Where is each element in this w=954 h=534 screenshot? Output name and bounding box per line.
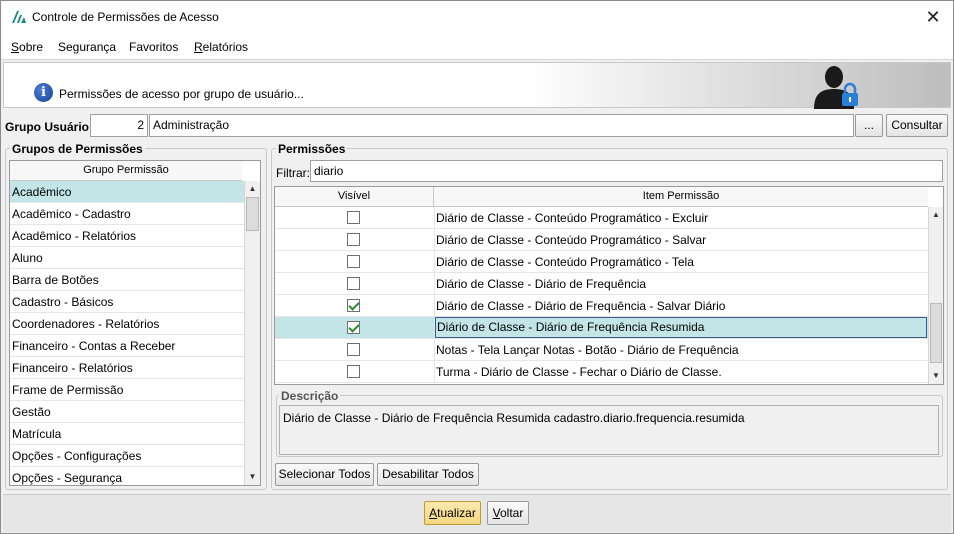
atualizar-button[interactable]: Atualizar [424,501,481,525]
column-divider [434,251,435,273]
column-divider [434,361,435,383]
column-divider [434,295,435,317]
grupo-usuario-code-field[interactable]: 2 [90,114,148,137]
permissoes-scrollbar[interactable]: ▲ ▼ [928,207,943,384]
descricao-text: Diário de Classe - Diário de Frequência … [279,405,939,455]
list-item[interactable]: Acadêmico - Cadastro [10,203,244,225]
table-row[interactable]: Notas - Tela Lançar Notas - Botão - Diár… [275,339,928,361]
list-item[interactable]: Barra de Botões [10,269,244,291]
main-window: Controle de Permissões de Acesso ✕ Sobre… [0,0,954,534]
scroll-up-icon[interactable]: ▲ [245,181,260,197]
item-permissao-cell: Notas - Tela Lançar Notas - Botão - Diár… [436,343,739,357]
menu-bar: Sobre Segurança Favoritos Relatórios [1,33,953,60]
grupo-usuario-name-field[interactable]: Administração [149,114,854,137]
item-permissao-cell: Diário de Classe - Diário de Frequência [436,277,647,291]
filtrar-input[interactable]: diario [310,160,943,182]
list-item[interactable]: Financeiro - Relatórios [10,357,244,379]
item-permissao-cell: Diário de Classe - Diário de Frequência … [435,317,927,338]
list-item[interactable]: Opções - Segurança [10,467,244,485]
list-item[interactable]: Matrícula [10,423,244,445]
checkbox-checked[interactable] [347,299,360,312]
menu-relatorios[interactable]: Relatórios [194,40,248,54]
descricao-legend: Descrição [279,389,341,403]
permissoes-grid: Visível Item Permissão Diário de Classe … [274,186,944,385]
selecionar-todos-button[interactable]: Selecionar Todos [275,463,374,486]
table-row[interactable]: Diário de Classe - Conteúdo Programático… [275,229,928,251]
table-row[interactable]: Diário de Classe - Conteúdo Programático… [275,207,928,229]
lookup-button[interactable]: ... [855,114,883,137]
grupo-permissao-header[interactable]: Grupo Permissão [10,161,242,181]
checkbox-unchecked[interactable] [347,343,360,356]
list-item[interactable]: Acadêmico - Relatórios [10,225,244,247]
item-permissao-cell: Diário de Classe - Conteúdo Programático… [436,255,694,269]
grupo-usuario-label: Grupo Usuário: [5,120,94,134]
menu-sobre[interactable]: Sobre [11,40,43,54]
permissoes-legend: Permissões [276,142,348,156]
item-permissao-cell: Turma - Diário de Classe - Fechar o Diár… [436,365,722,379]
banner-text: Permissões de acesso por grupo de usuári… [59,87,304,101]
grupos-grid: Grupo Permissão Acadêmico Acadêmico - Cad… [9,160,261,486]
scroll-up-icon[interactable]: ▲ [929,207,943,223]
window-title: Controle de Permissões de Acesso [32,10,219,24]
grupos-legend: Grupos de Permissões [10,142,145,156]
list-item[interactable]: Frame de Permissão [10,379,244,401]
grupos-scrollbar[interactable]: ▲ ▼ [244,181,260,485]
checkbox-checked[interactable] [347,321,360,334]
table-row[interactable]: Diário de Classe - Diário de Frequência … [275,317,928,339]
item-permissao-cell: Diário de Classe - Diário de Frequência … [436,299,726,313]
table-row[interactable]: Diário de Classe - Diário de Frequência [275,273,928,295]
column-divider [434,339,435,361]
app-logo-icon [12,11,26,23]
table-row[interactable]: Diário de Classe - Diário de Frequência … [275,295,928,317]
item-permissao-cell: Diário de Classe - Conteúdo Programático… [436,233,707,247]
scroll-thumb[interactable] [930,303,942,363]
info-icon: i [34,83,53,102]
table-row[interactable]: Turma - Diário de Classe - Fechar o Diár… [275,361,928,383]
voltar-button[interactable]: Voltar [487,501,529,525]
list-item[interactable]: Opções - Configurações [10,445,244,467]
filtrar-label: Filtrar: [276,166,310,180]
scroll-down-icon[interactable]: ▼ [245,469,260,485]
grupo-usuario-row: Grupo Usuário: 2 Administração ... Consu… [1,114,953,138]
header-banner: i Permissões de acesso por grupo de usuá… [3,62,951,109]
visivel-header[interactable]: Visível [275,187,434,207]
column-divider [434,207,435,229]
menu-seguranca[interactable]: Segurança [58,40,116,54]
checkbox-unchecked[interactable] [347,211,360,224]
list-item[interactable]: Financeiro - Contas a Receber [10,335,244,357]
column-divider [434,317,435,339]
column-divider [434,273,435,295]
list-item[interactable]: Acadêmico [10,181,244,203]
user-lock-icon [814,66,858,109]
column-divider [434,229,435,251]
scroll-thumb[interactable] [246,197,259,231]
consultar-button[interactable]: Consultar [886,114,948,137]
title-bar: Controle de Permissões de Acesso ✕ [1,1,953,33]
scroll-down-icon[interactable]: ▼ [929,368,943,384]
list-item[interactable]: Gestão [10,401,244,423]
menu-favoritos[interactable]: Favoritos [129,40,178,54]
desabilitar-todos-button[interactable]: Desabilitar Todos [377,463,479,486]
list-item[interactable]: Coordenadores - Relatórios [10,313,244,335]
checkbox-unchecked[interactable] [347,277,360,290]
list-item[interactable]: Aluno [10,247,244,269]
table-row[interactable]: Diário de Classe - Conteúdo Programático… [275,251,928,273]
checkbox-unchecked[interactable] [347,255,360,268]
checkbox-unchecked[interactable] [347,233,360,246]
item-permissao-header[interactable]: Item Permissão [434,187,928,207]
close-icon[interactable]: ✕ [913,1,953,33]
item-permissao-cell: Diário de Classe - Conteúdo Programático… [436,211,709,225]
list-item[interactable]: Cadastro - Básicos [10,291,244,313]
checkbox-unchecked[interactable] [347,365,360,378]
